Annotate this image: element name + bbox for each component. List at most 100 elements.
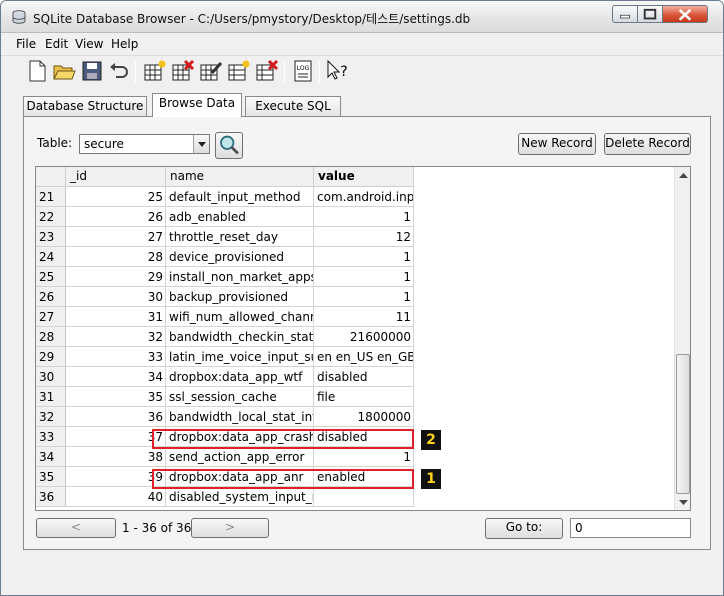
cell-name[interactable]: latin_ime_voice_input_sup xyxy=(166,347,314,367)
column-header-id[interactable]: _id xyxy=(66,167,166,187)
cell-id[interactable]: 39 xyxy=(66,467,166,487)
scrollbar-thumb[interactable] xyxy=(676,354,690,494)
row-header[interactable]: 21 xyxy=(36,187,66,207)
cell-value[interactable]: 1 xyxy=(314,287,414,307)
cell-value[interactable]: 12 xyxy=(314,227,414,247)
row-header[interactable]: 28 xyxy=(36,327,66,347)
cell-id[interactable]: 34 xyxy=(66,367,166,387)
undo-icon[interactable] xyxy=(107,59,131,83)
row-header[interactable]: 35 xyxy=(36,467,66,487)
title-bar[interactable]: SQLite Database Browser - C:/Users/pmyst… xyxy=(1,1,723,33)
open-folder-icon[interactable] xyxy=(52,59,76,83)
cell-value[interactable]: 21600000 xyxy=(314,327,414,347)
row-header[interactable]: 25 xyxy=(36,267,66,287)
go-to-row-value: 0 xyxy=(575,521,583,535)
row-header[interactable]: 36 xyxy=(36,487,66,507)
cell-id[interactable]: 31 xyxy=(66,307,166,327)
go-to-button[interactable]: Go to: xyxy=(485,518,563,539)
cell-id[interactable]: 36 xyxy=(66,407,166,427)
cell-value[interactable]: 1 xyxy=(314,267,414,287)
chevron-down-icon[interactable] xyxy=(193,135,209,153)
column-header-name[interactable]: name xyxy=(166,167,314,187)
maximize-button[interactable] xyxy=(638,5,663,23)
row-header[interactable]: 27 xyxy=(36,307,66,327)
modify-table-icon[interactable] xyxy=(199,59,223,83)
tab-browse-data[interactable]: Browse Data xyxy=(152,93,242,117)
column-header-value[interactable]: value xyxy=(314,167,414,187)
cell-id[interactable]: 27 xyxy=(66,227,166,247)
cell-name[interactable]: install_non_market_apps xyxy=(166,267,314,287)
menu-file[interactable]: File xyxy=(16,37,36,51)
cell-name[interactable]: disabled_system_input_m xyxy=(166,487,314,507)
cell-id[interactable]: 37 xyxy=(66,427,166,447)
whats-this-icon[interactable]: ? xyxy=(325,59,349,83)
scroll-up-icon[interactable] xyxy=(675,169,691,183)
sql-log-icon[interactable]: LOG xyxy=(291,59,315,83)
cell-value[interactable]: file xyxy=(314,387,414,407)
row-header[interactable]: 22 xyxy=(36,207,66,227)
tab-execute-sql[interactable]: Execute SQL xyxy=(245,96,341,117)
tab-database-structure[interactable]: Database Structure xyxy=(23,96,147,117)
cell-value[interactable]: disabled xyxy=(314,367,414,387)
row-header[interactable]: 26 xyxy=(36,287,66,307)
cell-id[interactable]: 32 xyxy=(66,327,166,347)
cell-id[interactable]: 26 xyxy=(66,207,166,227)
cell-value[interactable]: 1 xyxy=(314,447,414,467)
cell-name[interactable]: adb_enabled xyxy=(166,207,314,227)
row-header[interactable]: 32 xyxy=(36,407,66,427)
delete-table-icon[interactable] xyxy=(171,59,195,83)
row-header[interactable]: 33 xyxy=(36,427,66,447)
menu-help[interactable]: Help xyxy=(111,37,138,51)
row-header[interactable]: 31 xyxy=(36,387,66,407)
cell-id[interactable]: 35 xyxy=(66,387,166,407)
cell-value[interactable]: 11 xyxy=(314,307,414,327)
create-table-icon[interactable] xyxy=(143,59,167,83)
row-header-text: 31 xyxy=(39,390,55,404)
menu-edit[interactable]: Edit xyxy=(45,37,68,51)
cell-name[interactable]: device_provisioned xyxy=(166,247,314,267)
row-header[interactable]: 29 xyxy=(36,347,66,367)
delete-record-button[interactable]: Delete Record xyxy=(604,133,691,155)
cell-id[interactable]: 38 xyxy=(66,447,166,467)
cell-name[interactable]: send_action_app_error xyxy=(166,447,314,467)
cell-name[interactable]: default_input_method xyxy=(166,187,314,207)
table-select[interactable]: secure xyxy=(79,134,210,154)
search-button[interactable] xyxy=(215,132,243,159)
cell-id[interactable]: 28 xyxy=(66,247,166,267)
cell-name[interactable]: backup_provisioned xyxy=(166,287,314,307)
row-header[interactable]: 23 xyxy=(36,227,66,247)
cell-value[interactable]: 1 xyxy=(314,247,414,267)
row-header[interactable]: 30 xyxy=(36,367,66,387)
cell-id[interactable]: 29 xyxy=(66,267,166,287)
cell-id[interactable]: 25 xyxy=(66,187,166,207)
cell-id[interactable]: 40 xyxy=(66,487,166,507)
delete-index-icon[interactable] xyxy=(255,59,279,83)
create-index-icon[interactable] xyxy=(227,59,251,83)
vertical-scrollbar[interactable] xyxy=(674,167,691,510)
row-header[interactable]: 34 xyxy=(36,447,66,467)
menu-view[interactable]: View xyxy=(75,37,103,51)
cell-value[interactable]: 1 xyxy=(314,207,414,227)
cell-id[interactable]: 33 xyxy=(66,347,166,367)
cell-name[interactable]: throttle_reset_day xyxy=(166,227,314,247)
cell-value[interactable]: com.android.inpu xyxy=(314,187,414,207)
row-header[interactable]: 24 xyxy=(36,247,66,267)
scroll-down-icon[interactable] xyxy=(675,495,691,509)
new-record-button[interactable]: New Record xyxy=(518,133,596,155)
cell-name[interactable]: dropbox:data_app_wtf xyxy=(166,367,314,387)
close-button[interactable] xyxy=(663,5,708,23)
save-icon[interactable] xyxy=(80,59,104,83)
cell-name[interactable]: wifi_num_allowed_channe xyxy=(166,307,314,327)
go-to-row-input[interactable]: 0 xyxy=(570,518,691,538)
next-page-button[interactable]: > xyxy=(191,518,269,538)
cell-name[interactable]: bandwidth_local_stat_inte xyxy=(166,407,314,427)
cell-name[interactable]: bandwidth_checkin_stat_i xyxy=(166,327,314,347)
cell-value[interactable] xyxy=(314,487,414,507)
cell-value[interactable]: 1800000 xyxy=(314,407,414,427)
minimize-button[interactable] xyxy=(612,5,638,23)
previous-page-button[interactable]: < xyxy=(36,518,116,538)
cell-name[interactable]: ssl_session_cache xyxy=(166,387,314,407)
cell-value[interactable]: en en_US en_GB xyxy=(314,347,414,367)
cell-id[interactable]: 30 xyxy=(66,287,166,307)
new-database-icon[interactable] xyxy=(25,59,49,83)
